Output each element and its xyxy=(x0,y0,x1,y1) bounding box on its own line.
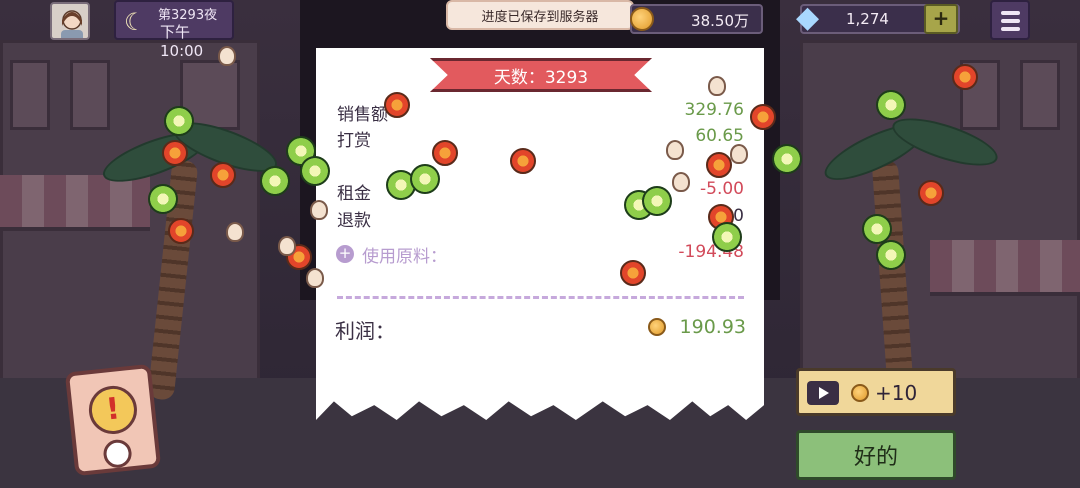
coin-icon xyxy=(648,318,666,336)
ok-button[interactable]: 好的 xyxy=(796,430,956,480)
jalapeno-slice-icon xyxy=(300,156,330,186)
tomato-slice-icon xyxy=(510,148,536,174)
building-window xyxy=(70,60,110,130)
menu-icon xyxy=(1001,11,1020,15)
jalapeno-slice-icon xyxy=(410,164,440,194)
shop-awning-right xyxy=(930,240,1080,296)
jalapeno-slice-icon xyxy=(772,144,802,174)
save-toast: 进度已保存到服务器 xyxy=(446,0,634,30)
rent-value: -5.00 xyxy=(700,179,744,199)
garlic-clove-icon xyxy=(218,46,236,66)
alert-icon: ! xyxy=(86,383,140,437)
profit-label: 利润： xyxy=(335,319,395,343)
player-avatar[interactable] xyxy=(50,2,90,40)
alert-card[interactable]: ! xyxy=(64,363,162,477)
sales-value: 329.76 xyxy=(684,100,744,120)
video-play-icon xyxy=(807,381,839,405)
alert-card-dot xyxy=(102,438,133,470)
tomato-slice-icon xyxy=(168,218,194,244)
tomato-slice-icon xyxy=(952,64,978,90)
tomato-slice-icon xyxy=(384,92,410,118)
garlic-clove-icon xyxy=(310,200,328,220)
sales-label: 销售额 xyxy=(337,105,388,125)
day-ribbon: 天数：3293 xyxy=(430,58,652,92)
moon-icon: ☾ xyxy=(124,8,146,36)
garlic-clove-icon xyxy=(306,268,324,288)
jalapeno-slice-icon xyxy=(876,240,906,270)
rent-label: 租金 xyxy=(337,184,371,204)
garlic-clove-icon xyxy=(708,76,726,96)
ad-reward-label: +10 xyxy=(875,381,918,405)
garlic-clove-icon xyxy=(666,140,684,160)
jalapeno-slice-icon xyxy=(164,106,194,136)
garlic-clove-icon xyxy=(730,144,748,164)
buy-gems-button[interactable]: + xyxy=(924,4,958,34)
tips-value: 60.65 xyxy=(695,126,744,146)
refund-label: 退款 xyxy=(337,211,371,231)
diamond-icon: ◆ xyxy=(796,0,820,35)
coin-amount: 38.50万 xyxy=(691,12,749,30)
coin-balance: 38.50万 xyxy=(630,4,763,34)
jalapeno-slice-icon xyxy=(148,184,178,214)
tomato-slice-icon xyxy=(432,140,458,166)
tomato-slice-icon xyxy=(620,260,646,286)
watch-ad-reward-button[interactable]: +10 xyxy=(796,368,956,416)
menu-icon xyxy=(1001,19,1020,23)
jalapeno-slice-icon xyxy=(260,166,290,196)
coin-icon xyxy=(630,7,654,31)
ingredients-label[interactable]: 使用原料： xyxy=(362,242,447,267)
tomato-slice-icon xyxy=(918,180,944,206)
menu-icon xyxy=(1001,27,1020,31)
menu-button[interactable] xyxy=(990,0,1030,40)
tomato-slice-icon xyxy=(750,104,776,130)
garlic-clove-icon xyxy=(672,172,690,192)
coin-icon xyxy=(851,384,869,402)
building-window xyxy=(1020,60,1060,130)
garlic-clove-icon xyxy=(278,236,296,256)
jalapeno-slice-icon xyxy=(712,222,742,252)
building-window xyxy=(10,60,50,130)
tips-label: 打赏 xyxy=(337,131,371,151)
profit-value: 190.93 xyxy=(679,316,746,338)
expand-ingredients-button[interactable]: + xyxy=(336,245,354,263)
night-counter-panel: ☾ 第3293夜 下午10:00 xyxy=(114,0,234,60)
gem-amount: 1,274 xyxy=(846,10,889,28)
refund-value: 0 xyxy=(733,206,744,226)
garlic-clove-icon xyxy=(226,222,244,242)
jalapeno-slice-icon xyxy=(642,186,672,216)
tomato-slice-icon xyxy=(162,140,188,166)
tomato-slice-icon xyxy=(706,152,732,178)
receipt-divider xyxy=(337,296,744,299)
shop-awning-left xyxy=(0,175,150,231)
tomato-slice-icon xyxy=(210,162,236,188)
jalapeno-slice-icon xyxy=(876,90,906,120)
